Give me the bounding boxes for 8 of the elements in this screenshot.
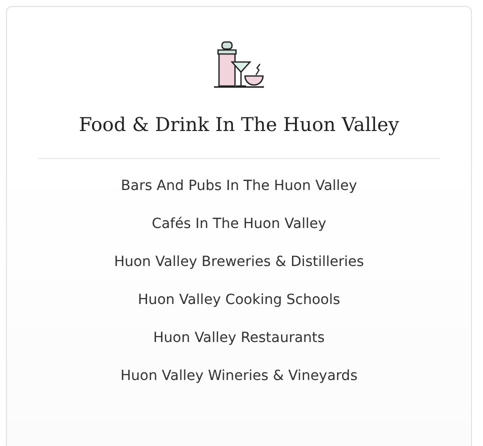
- category-link[interactable]: Huon Valley Restaurants: [153, 329, 325, 348]
- category-link[interactable]: Huon Valley Breweries & Distilleries: [114, 253, 364, 272]
- cocktail-icon: [212, 40, 266, 90]
- section-title: Food & Drink In The Huon Valley: [78, 114, 400, 136]
- category-link[interactable]: Huon Valley Cooking Schools: [138, 291, 340, 310]
- category-link[interactable]: Bars And Pubs In The Huon Valley: [120, 177, 358, 196]
- category-link[interactable]: Cafés In The Huon Valley: [152, 215, 326, 234]
- category-link[interactable]: Huon Valley Wineries & Vineyards: [120, 367, 358, 386]
